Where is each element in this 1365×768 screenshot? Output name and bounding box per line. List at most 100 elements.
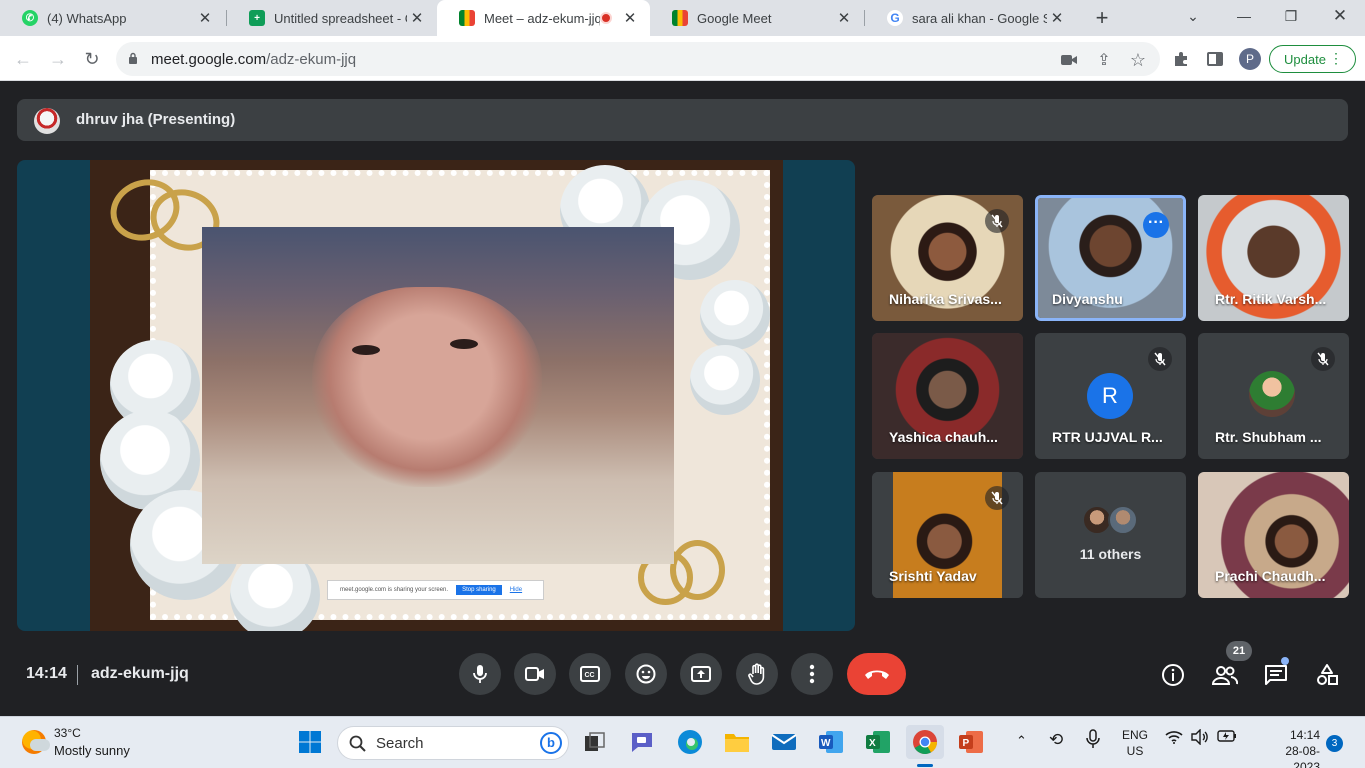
start-windows-icon[interactable] — [295, 727, 325, 757]
forward-button[interactable]: → — [43, 44, 73, 74]
presentation-stage[interactable]: meet.google.com is sharing your screen. … — [17, 160, 855, 631]
address-bar[interactable]: meet.google.com/adz-ekum-jjq ⇪ ☆ — [116, 42, 1160, 76]
battery-charging-icon[interactable] — [1217, 730, 1237, 745]
restore-button[interactable]: ❐ — [1268, 0, 1314, 32]
lock-icon — [129, 52, 137, 64]
taskbar-search-box[interactable]: Search b — [337, 726, 569, 760]
bing-icon[interactable]: b — [540, 732, 562, 754]
chat-button[interactable] — [1261, 660, 1291, 690]
word-icon[interactable]: W — [816, 727, 846, 757]
window-close-button[interactable]: ✕ — [1317, 0, 1363, 32]
tab-label: Meet – adz-ekum-jjq — [484, 10, 600, 26]
raise-hand-button[interactable] — [736, 653, 778, 695]
file-explorer-icon[interactable] — [722, 727, 752, 757]
tab-meet-active[interactable]: Meet – adz-ekum-jjq ✕ — [437, 0, 650, 36]
extensions-puzzle-icon[interactable] — [1169, 47, 1193, 71]
excel-icon[interactable]: X — [863, 727, 893, 757]
more-vert-icon — [809, 664, 815, 684]
tab-search-chevron-icon[interactable]: ⌄ — [1170, 0, 1216, 32]
others-tile[interactable]: 11 others — [1035, 472, 1186, 598]
reactions-button[interactable] — [625, 653, 667, 695]
show-hidden-icons-chevron-icon[interactable]: ⌃ — [1016, 733, 1027, 749]
back-button[interactable]: ← — [8, 44, 38, 74]
taskbar-clock[interactable]: 14:14 28-08-2023 — [1268, 727, 1320, 768]
participant-tile[interactable]: Prachi Chaudh... — [1198, 472, 1349, 598]
tab-spreadsheet[interactable]: + Untitled spreadsheet - Go ✕ — [227, 0, 437, 36]
more-options-icon[interactable]: ··· — [1143, 212, 1169, 238]
captions-button[interactable]: CC — [569, 653, 611, 695]
tab-whatsapp[interactable]: ✆ (4) WhatsApp ✕ — [0, 0, 225, 36]
participant-tile[interactable]: Niharika Srivas... — [872, 195, 1023, 321]
tab-google-meet[interactable]: Google Meet ✕ — [650, 0, 864, 36]
close-icon[interactable]: ✕ — [834, 9, 854, 27]
notification-count-badge[interactable]: 3 — [1326, 735, 1343, 752]
teams-chat-icon[interactable] — [627, 727, 657, 757]
microphone-tray-icon[interactable] — [1086, 729, 1100, 752]
participant-name: Rtr. Ritik Varsh... — [1215, 291, 1327, 307]
url-text: meet.google.com/adz-ekum-jjq — [151, 51, 356, 68]
side-panel-icon[interactable] — [1203, 47, 1227, 71]
bookmark-star-icon[interactable]: ☆ — [1127, 49, 1149, 71]
url-host: meet.google.com — [151, 51, 267, 68]
participant-tile[interactable]: Rtr. Ritik Varsh... — [1198, 195, 1349, 321]
search-icon — [349, 735, 366, 752]
task-view-icon[interactable] — [580, 727, 610, 757]
tab-label: (4) WhatsApp — [47, 10, 127, 26]
present-button[interactable] — [680, 653, 722, 695]
minimize-button[interactable]: — — [1221, 0, 1267, 32]
update-button[interactable]: Update ⋮ — [1269, 45, 1356, 73]
people-button[interactable] — [1210, 660, 1240, 690]
microphone-button[interactable] — [459, 653, 501, 695]
tab-label: Google Meet — [697, 10, 772, 26]
hand-icon — [748, 663, 765, 685]
taskbar-time: 14:14 — [1289, 728, 1320, 742]
leave-call-button[interactable] — [847, 653, 906, 695]
edge-browser-icon[interactable] — [675, 727, 705, 757]
new-tab-button[interactable]: + — [1089, 4, 1115, 32]
call-end-icon — [864, 670, 889, 679]
emoji-icon — [636, 664, 656, 684]
participant-tile[interactable]: ··· Divyanshu — [1035, 195, 1186, 321]
sync-icon[interactable]: ⟲ — [1049, 730, 1063, 750]
stop-sharing-button[interactable]: Stop sharing — [456, 585, 502, 595]
close-icon[interactable]: ✕ — [1047, 9, 1067, 27]
share-icon[interactable]: ⇪ — [1093, 49, 1115, 71]
close-icon[interactable]: ✕ — [407, 9, 427, 27]
more-options-button[interactable] — [791, 653, 833, 695]
volume-icon[interactable] — [1191, 728, 1209, 748]
language-indicator[interactable]: ENG US — [1122, 727, 1148, 759]
camera-in-use-icon[interactable] — [1058, 49, 1080, 71]
participant-tile[interactable]: Srishti Yadav — [872, 472, 1023, 598]
weather-description[interactable]: Mostly sunny — [54, 743, 130, 758]
close-icon[interactable]: ✕ — [195, 9, 215, 27]
close-icon[interactable]: ✕ — [620, 9, 640, 27]
chat-icon — [1265, 665, 1287, 685]
camera-button[interactable] — [514, 653, 556, 695]
reload-button[interactable]: ↻ — [77, 44, 107, 74]
hide-link[interactable]: Hide — [510, 587, 522, 593]
meeting-details-button[interactable] — [1158, 660, 1188, 690]
people-icon — [1212, 666, 1238, 685]
rose-decoration — [690, 345, 760, 415]
update-label: Update — [1284, 51, 1326, 67]
mail-icon[interactable] — [769, 727, 799, 757]
wifi-icon[interactable] — [1165, 730, 1183, 749]
language-code: ENG — [1122, 728, 1149, 742]
google-icon: G — [887, 10, 903, 26]
powerpoint-icon[interactable]: P — [956, 727, 986, 757]
participant-name: Yashica chauh... — [889, 429, 998, 445]
profile-avatar[interactable]: P — [1239, 48, 1261, 70]
share-banner-text: meet.google.com is sharing your screen. — [340, 587, 449, 593]
activities-button[interactable] — [1312, 660, 1342, 690]
mic-off-icon — [1311, 347, 1335, 371]
tab-google-search[interactable]: G sara ali khan - Google Se ✕ — [865, 0, 1077, 36]
participant-tile[interactable]: Rtr. Shubham ... — [1198, 333, 1349, 459]
participant-tile[interactable]: R RTR UJJVAL R... — [1035, 333, 1186, 459]
chrome-icon[interactable] — [906, 725, 944, 759]
meeting-clock: 14:14 — [26, 665, 67, 682]
weather-temperature[interactable]: 33°C — [54, 726, 81, 740]
tab-label: Untitled spreadsheet - Go — [274, 10, 407, 26]
participant-tile[interactable]: Yashica chauh... — [872, 333, 1023, 459]
videocam-icon — [525, 667, 544, 681]
participant-name: Divyanshu — [1052, 291, 1123, 307]
